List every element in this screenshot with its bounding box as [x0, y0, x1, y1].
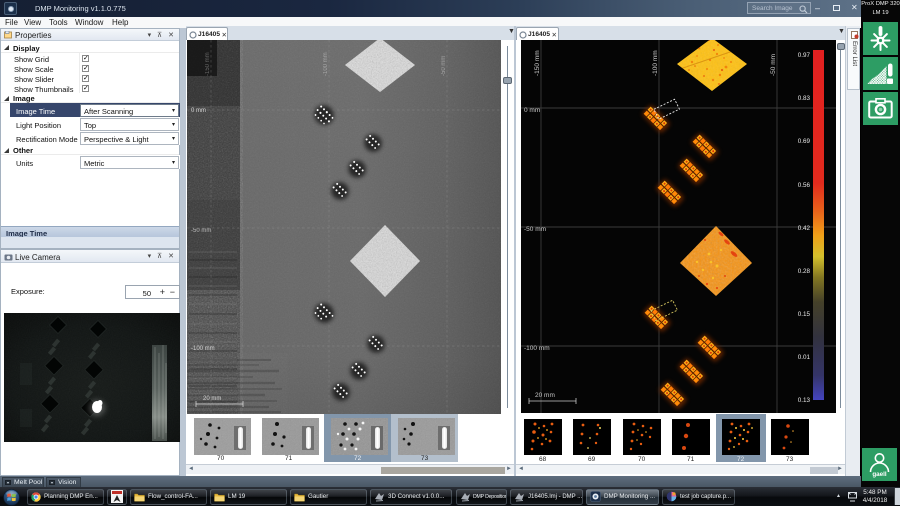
svg-text:0.15: 0.15 — [798, 311, 811, 318]
svg-text:-100 mm: -100 mm — [323, 52, 329, 76]
svg-text:20 mm: 20 mm — [203, 396, 221, 402]
svg-text:-100 mm: -100 mm — [524, 345, 550, 352]
svg-text:-50 mm: -50 mm — [770, 54, 777, 76]
svg-text:-100 mm: -100 mm — [652, 50, 659, 76]
svg-text:0.97: 0.97 — [798, 52, 811, 59]
svg-text:-50 mm: -50 mm — [191, 228, 211, 234]
svg-text:0 mm: 0 mm — [524, 107, 540, 114]
svg-text:0.83: 0.83 — [798, 95, 811, 102]
svg-text:20 mm: 20 mm — [535, 392, 555, 399]
svg-text:-150 mm: -150 mm — [534, 50, 541, 76]
svg-text:0.42: 0.42 — [798, 225, 811, 232]
svg-text:-100 mm: -100 mm — [191, 346, 215, 352]
svg-text:0 mm: 0 mm — [191, 108, 206, 114]
svg-text:0.01: 0.01 — [798, 354, 811, 361]
svg-text:0.56: 0.56 — [798, 182, 811, 189]
svg-text:0.69: 0.69 — [798, 138, 811, 145]
svg-text:-150 mm: -150 mm — [205, 52, 211, 76]
svg-text:0.28: 0.28 — [798, 268, 811, 275]
svg-text:0.13: 0.13 — [798, 397, 811, 404]
svg-text:-50 mm: -50 mm — [524, 226, 546, 233]
svg-text:-50 mm: -50 mm — [441, 56, 447, 76]
